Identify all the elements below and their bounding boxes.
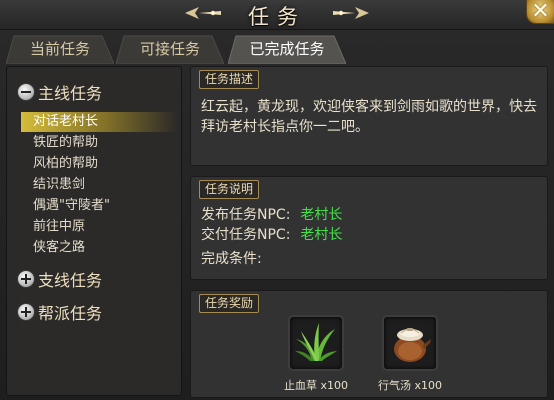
tab-label: 可接任务: [139, 40, 200, 58]
collapse-icon: [17, 83, 35, 101]
group-main-quests[interactable]: 主线任务: [17, 80, 102, 104]
explanation-panel: 任务说明 发布任务NPC: 老村长 交付任务NPC: 老村长 完成条件:: [190, 176, 548, 280]
panel-tag: 任务描述: [199, 70, 260, 89]
description-text: 红云起，黄龙现，欢迎侠客来到剑雨如歌的世界，快去拜访老村长指点你一二吧。: [201, 99, 537, 135]
tab-label: 已完成任务: [249, 40, 325, 58]
reward-item: 行气汤 x100: [375, 315, 445, 393]
submit-label: 交付任务NPC:: [201, 227, 291, 243]
expand-icon: [17, 303, 35, 321]
task-item[interactable]: 结识患剑: [21, 175, 177, 195]
tab-bar: 当前任务 可接任务 已完成任务: [0, 34, 554, 64]
condition-row: 完成条件:: [201, 249, 262, 269]
reward-slot[interactable]: [288, 315, 344, 371]
description-panel: 任务描述 红云起，黄龙现，欢迎侠客来到剑雨如歌的世界，快去拜访老村长指点你一二吧…: [190, 66, 548, 166]
group-faction-quests[interactable]: 帮派任务: [17, 300, 102, 324]
reward-slot[interactable]: [382, 315, 438, 371]
rewards-panel: 任务奖励 止血草 x100 行气汤 x100: [190, 290, 548, 398]
close-button[interactable]: ✕: [526, 0, 554, 24]
task-item[interactable]: 侠客之路: [21, 238, 177, 258]
condition-label: 完成条件:: [201, 251, 262, 267]
soup-pot-icon: [394, 328, 431, 362]
task-item[interactable]: 偶遇"守陵者": [21, 196, 177, 216]
submit-row: 交付任务NPC: 老村长: [201, 225, 342, 245]
group-label: 主线任务: [38, 84, 103, 103]
reward-label: 止血草 x100: [283, 379, 348, 392]
panel-tag: 任务说明: [199, 180, 260, 199]
tab-available[interactable]: 可接任务: [116, 34, 224, 64]
close-icon: ✕: [531, 0, 550, 24]
task-item[interactable]: 前往中原: [21, 217, 177, 237]
expand-icon: [17, 270, 35, 288]
issuer-npc-link[interactable]: 老村长: [300, 207, 342, 223]
reward-item: 止血草 x100: [281, 315, 351, 393]
tab-completed[interactable]: 已完成任务: [228, 34, 346, 64]
task-tree: 主线任务 对话老村长 铁匠的帮助 风柏的帮助 结识患剑 偶遇"守陵者" 前往中原…: [6, 66, 182, 396]
group-label: 支线任务: [38, 271, 103, 290]
window-title: 任务: [248, 5, 306, 29]
issuer-label: 发布任务NPC:: [201, 207, 291, 223]
tab-current[interactable]: 当前任务: [6, 34, 114, 64]
quest-window: 任务 ✕ 当前任务 可接任务 已完成任务 主线任务 对话老村长 铁匠的帮助 风柏…: [0, 0, 554, 400]
herb-icon: [295, 323, 337, 361]
group-label: 帮派任务: [38, 304, 103, 323]
title-bar[interactable]: 任务 ✕: [0, 0, 554, 30]
issuer-row: 发布任务NPC: 老村长: [201, 205, 342, 225]
title-ornament-right-icon: [333, 7, 369, 19]
task-item[interactable]: 铁匠的帮助: [21, 133, 177, 153]
task-item[interactable]: 对话老村长: [21, 112, 177, 132]
panel-tag: 任务奖励: [199, 294, 260, 313]
group-side-quests[interactable]: 支线任务: [17, 267, 102, 291]
submit-npc-link[interactable]: 老村长: [300, 227, 342, 243]
task-item[interactable]: 风柏的帮助: [21, 154, 177, 174]
tab-label: 当前任务: [29, 40, 90, 58]
reward-label: 行气汤 x100: [377, 379, 442, 392]
